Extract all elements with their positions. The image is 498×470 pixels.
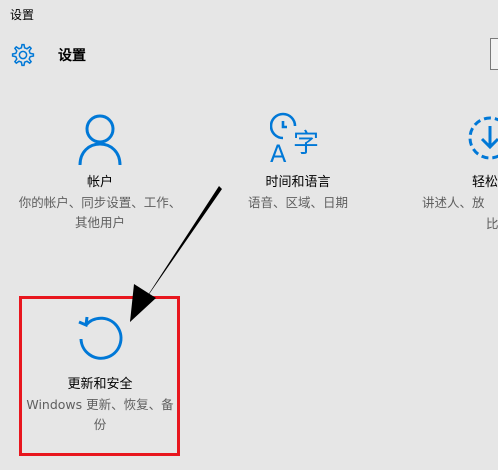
tile-ease-of-access-description: 讲述人、放 [422,195,485,210]
tile-update-security-description: Windows 更新、恢复、备份 [26,397,174,432]
settings-header: 设置 [10,40,86,70]
tile-ease-of-access-description-line2: 比 [486,216,498,231]
svg-text:A: A [270,140,287,166]
page-title: 设置 [58,48,86,64]
tile-time-language-description: 语音、区域、日期 [247,195,348,210]
tile-ease-of-access[interactable]: 轻松 讲述人、放 比 [410,112,498,234]
person-icon [78,114,122,166]
tile-accounts-description: 你的帐户、同步设置、工作、其他用户 [18,195,182,230]
tile-update-security-title: 更新和安全 [67,377,133,392]
tile-accounts[interactable]: 帐户 你的帐户、同步设置、工作、其他用户 [14,112,186,233]
tile-time-language-title: 时间和语言 [265,175,331,190]
svg-text:字: 字 [293,129,319,159]
search-box[interactable] [490,38,498,70]
tile-accounts-title: 帐户 [86,175,113,190]
update-refresh-icon [78,316,123,360]
window-title: 设置 [10,8,35,22]
tile-time-language[interactable]: A 字 时间和语言 语音、区域、日期 [226,112,370,213]
tile-ease-of-access-title: 轻松 [472,175,498,190]
gear-icon [11,43,35,67]
tile-update-security[interactable]: 更新和安全 Windows 更新、恢复、备份 [26,312,174,435]
time-language-icon: A 字 [270,112,319,166]
ease-of-access-icon [468,116,498,160]
